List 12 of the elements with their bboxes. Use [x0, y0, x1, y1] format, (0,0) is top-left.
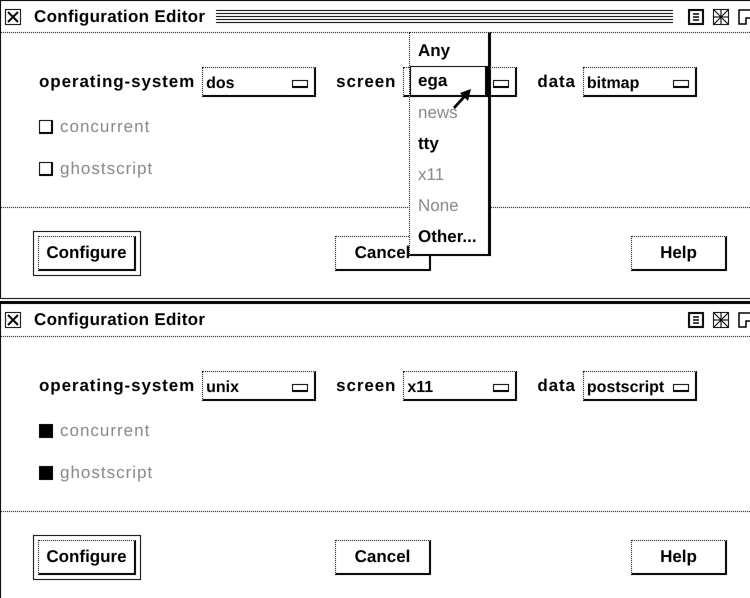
field-label: operating-system — [39, 72, 196, 92]
checkbox-label: ghostscript — [60, 463, 154, 483]
checkbox-label: ghostscript — [60, 159, 154, 179]
window-title: Configuration Editor — [34, 6, 206, 26]
checkbox-label: concurrent — [60, 421, 150, 441]
window-title: Configuration Editor — [34, 310, 206, 330]
field-label: operating-system — [39, 376, 196, 396]
field-label: data — [537, 72, 576, 92]
field-label: screen — [336, 376, 396, 396]
checkbox-label: concurrent — [60, 117, 150, 137]
field-label: data — [537, 376, 576, 396]
field-label: screen — [336, 72, 396, 92]
